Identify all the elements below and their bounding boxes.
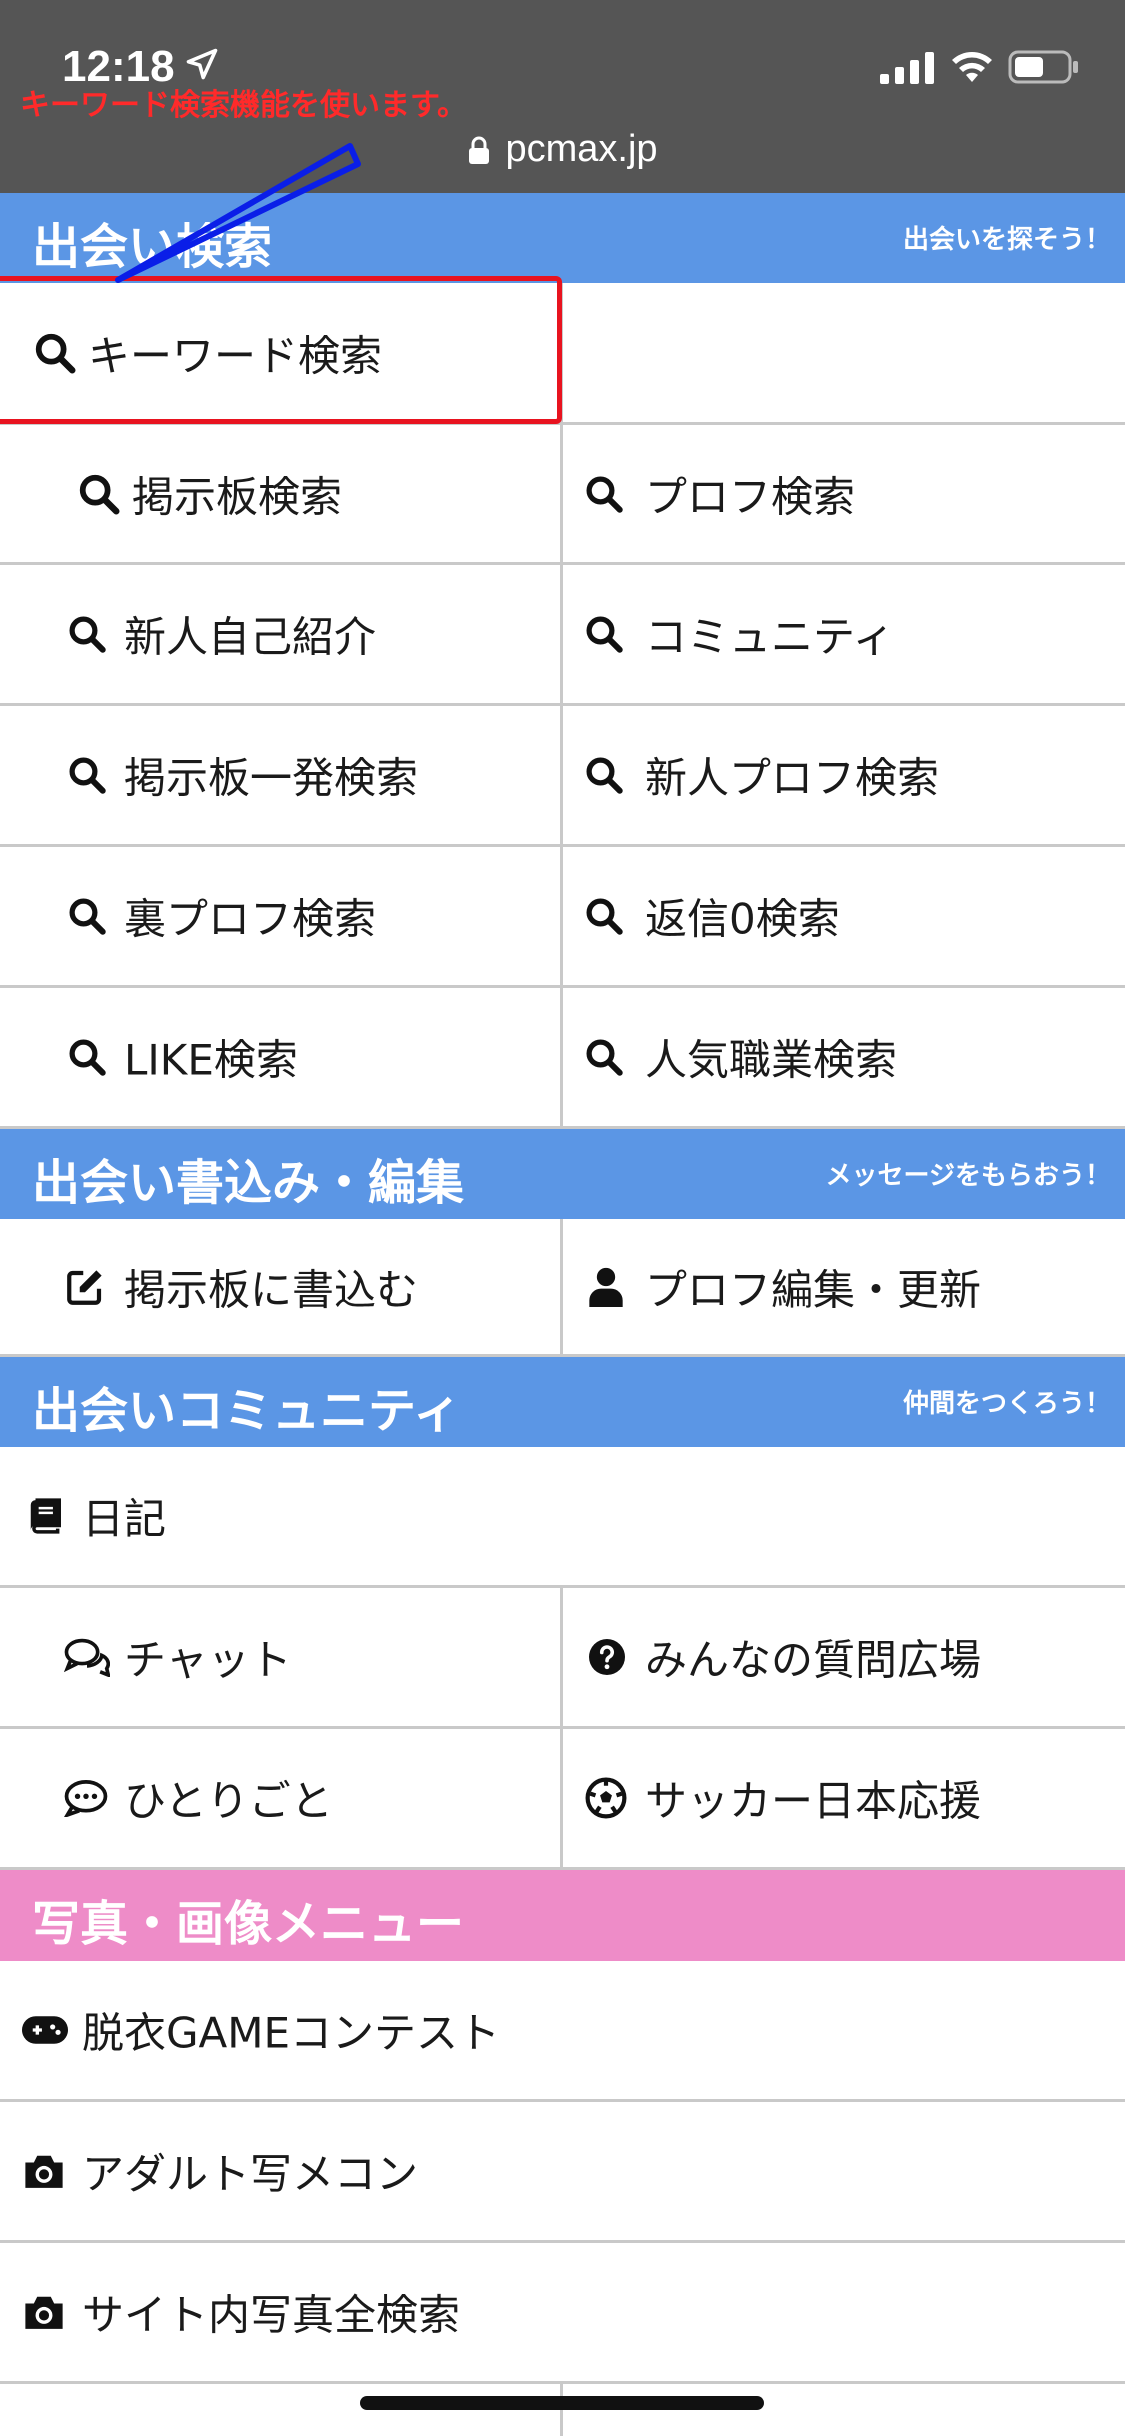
search-icon (69, 616, 106, 653)
section-title: 出会い検索 (32, 219, 273, 275)
edit-icon (67, 1269, 102, 1305)
section-title: 出会い書込み・編集 (32, 1155, 465, 1211)
section-title: 出会いコミュニティ (32, 1383, 462, 1439)
soccer-ball-icon (585, 1777, 627, 1819)
menu-chat[interactable]: チャット (0, 1588, 563, 1729)
url-text: pcmax.jp (505, 128, 658, 170)
menu-popular-job-search[interactable]: 人気職業検索 (563, 988, 1125, 1129)
menu-new-profile-search[interactable]: 新人プロフ検索 (563, 706, 1125, 847)
menu-partial-row[interactable] (0, 2384, 563, 2436)
section-subtitle: 仲間をつくろう！ (902, 1389, 1111, 1419)
section-header-community: 出会いコミュニティ 仲間をつくろう！ (0, 1357, 1125, 1447)
menu-secret-profile-search[interactable]: 裏プロフ検索 (0, 847, 563, 988)
menu-like-search[interactable]: LIKE検索 (0, 988, 563, 1129)
menu-label: 返信0検索 (645, 894, 840, 944)
search-icon (586, 476, 623, 513)
menu-qa-plaza[interactable]: みんなの質問広場 (563, 1588, 1125, 1729)
menu-label: LIKE検索 (124, 1035, 298, 1085)
search-icon (69, 898, 106, 935)
section-header-post: 出会い書込み・編集 メッセージをもらおう！ (0, 1129, 1125, 1219)
menu-label: 人気職業検索 (645, 1035, 898, 1085)
menu-label: 脱衣GAMEコンテスト (82, 2008, 501, 2058)
menu-diary[interactable]: 日記 (0, 1447, 1125, 1588)
location-arrow-icon (186, 48, 218, 80)
camera-icon (25, 2155, 63, 2188)
menu-monologue[interactable]: ひとりごと (0, 1729, 563, 1870)
menu-label: チャット (124, 1635, 292, 1685)
gamepad-icon (22, 2016, 68, 2044)
menu-label: ひとりごと (124, 1776, 333, 1826)
menu-bbs-search[interactable]: 掲示板検索 (0, 425, 563, 565)
menu-empty-cell (563, 283, 1125, 425)
menu-profile-edit[interactable]: プロフ編集・更新 (563, 1219, 1125, 1357)
menu-profile-search[interactable]: プロフ検索 (563, 425, 1125, 565)
section-title: 写真・画像メニュー (32, 1896, 465, 1952)
search-icon (69, 757, 106, 794)
question-icon (589, 1639, 625, 1675)
menu-label: 掲示板一発検索 (124, 753, 419, 803)
lock-icon (469, 136, 490, 164)
home-indicator[interactable] (360, 2396, 764, 2410)
search-icon (69, 1039, 106, 1076)
search-icon (586, 616, 623, 653)
menu-bbs-write[interactable]: 掲示板に書込む (0, 1219, 563, 1357)
menu-label: プロフ編集・更新 (645, 1265, 982, 1314)
menu-label: プロフ検索 (645, 472, 856, 521)
comment-icon (64, 1780, 108, 1817)
section-header-search: 出会い検索 出会いを探そう！ (0, 193, 1125, 283)
menu-label: 新人プロフ検索 (645, 753, 940, 803)
menu-site-photo-search[interactable]: サイト内写真全検索 (0, 2243, 1125, 2384)
menu-game-contest[interactable]: 脱衣GAMEコンテスト (0, 1961, 1125, 2102)
menu-label: 裏プロフ検索 (124, 894, 377, 944)
annotation-text: キーワード検索機能を使います。 (20, 88, 467, 123)
section-subtitle: メッセージをもらおう！ (825, 1161, 1111, 1191)
cellular-signal-icon (880, 52, 934, 84)
user-icon (589, 1267, 623, 1307)
battery-icon (1008, 50, 1078, 84)
menu-adult-photo-contest[interactable]: アダルト写メコン (0, 2102, 1125, 2243)
camera-icon (25, 2296, 63, 2329)
section-subtitle: 出会いを探そう！ (902, 225, 1111, 255)
wifi-icon (952, 52, 992, 82)
menu-soccer-support[interactable]: サッカー日本応援 (563, 1729, 1125, 1870)
chat-icon (64, 1638, 110, 1677)
menu-label: 掲示板に書込む (124, 1265, 419, 1314)
menu-label: 掲示板検索 (132, 472, 343, 521)
menu-community[interactable]: コミュニティ (563, 565, 1125, 706)
highlight-box (0, 276, 562, 424)
menu-label: コミュニティ (645, 612, 895, 662)
menu-label: サイト内写真全検索 (82, 2290, 461, 2340)
menu-label: 日記 (82, 1494, 167, 1544)
menu-label: サッカー日本応援 (645, 1776, 982, 1826)
menu-label: 新人自己紹介 (124, 612, 377, 662)
menu-reply-zero-search[interactable]: 返信0検索 (563, 847, 1125, 988)
menu-label: みんなの質問広場 (645, 1635, 982, 1685)
menu-newcomer-intro[interactable]: 新人自己紹介 (0, 565, 563, 706)
address-bar[interactable]: pcmax.jp (0, 128, 1125, 171)
menu-bbs-quick-search[interactable]: 掲示板一発検索 (0, 706, 563, 847)
book-icon (30, 1498, 61, 1534)
menu-partial-row[interactable] (563, 2384, 1125, 2436)
search-icon (79, 474, 120, 515)
search-icon (586, 1039, 623, 1076)
menu-label: アダルト写メコン (82, 2149, 419, 2199)
search-icon (586, 898, 623, 935)
section-header-photo: 写真・画像メニュー (0, 1870, 1125, 1961)
search-icon (586, 757, 623, 794)
